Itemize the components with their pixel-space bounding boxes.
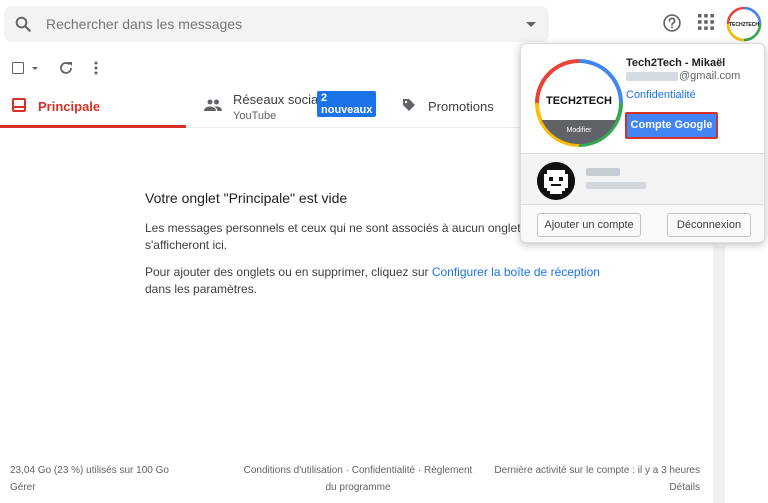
- other-account-row[interactable]: [521, 153, 764, 205]
- select-all-checkbox[interactable]: [12, 62, 24, 74]
- select-menu-caret-icon[interactable]: [32, 67, 38, 70]
- svg-text:TECH2TECH: TECH2TECH: [729, 22, 759, 28]
- terms-links-cont[interactable]: du programme: [240, 479, 476, 496]
- manage-storage-link[interactable]: Gérer: [10, 479, 169, 496]
- top-bar: Rechercher dans les messages TECH2TECH: [0, 0, 768, 48]
- logout-button[interactable]: Déconnexion: [667, 213, 751, 237]
- activity-info: Dernière activité sur le compte : il y a…: [490, 462, 700, 496]
- search-input[interactable]: Rechercher dans les messages: [46, 16, 242, 32]
- empty-instructions: Pour ajouter des onglets ou en supprimer…: [145, 264, 665, 298]
- search-options-icon[interactable]: [526, 22, 536, 27]
- apps-grid-icon[interactable]: [697, 13, 715, 31]
- search-bar[interactable]: Rechercher dans les messages: [4, 6, 549, 42]
- account-email: @gmail.com: [626, 70, 740, 82]
- search-icon[interactable]: [14, 15, 32, 33]
- account-current: TECH2TECH Modifier Tech2Tech - Mikaël @g…: [521, 44, 764, 153]
- empty-line: Les messages personnels et ceux qui ne s…: [145, 221, 564, 235]
- configure-inbox-link[interactable]: Configurer la boîte de réception: [432, 265, 600, 279]
- tab-label: Promotions: [428, 99, 494, 114]
- help-icon[interactable]: [662, 13, 682, 33]
- account-actions: Ajouter un compte Déconnexion: [521, 205, 764, 242]
- tab-social[interactable]: Réseaux socia... 2 nouveaux YouTube: [186, 84, 377, 128]
- add-account-button[interactable]: Ajouter un compte: [537, 213, 641, 237]
- other-account-avatar: [537, 162, 575, 200]
- redacted-email: [626, 71, 678, 81]
- avatar-logo-text: TECH2TECH: [546, 95, 612, 107]
- people-icon: [204, 99, 222, 111]
- tab-promotions[interactable]: Promotions: [376, 84, 520, 128]
- privacy-link[interactable]: Confidentialité: [626, 89, 696, 101]
- message-toolbar: [0, 54, 520, 82]
- category-tabs: Principale Réseaux socia... 2 nouveaux Y…: [0, 84, 520, 128]
- policy-links: Conditions d'utilisation · Confidentiali…: [240, 462, 476, 496]
- account-avatar[interactable]: TECH2TECH Modifier: [534, 58, 624, 148]
- tab-sublabel: YouTube: [233, 110, 277, 122]
- account-popover: TECH2TECH Modifier Tech2Tech - Mikaël @g…: [520, 43, 765, 243]
- avatar-modify-label[interactable]: Modifier: [567, 127, 593, 134]
- activity-details-link[interactable]: Détails: [490, 479, 700, 496]
- empty-line: s'afficheront ici.: [145, 238, 228, 252]
- redacted-email: [586, 182, 646, 189]
- terms-links[interactable]: Conditions d'utilisation · Confidentiali…: [240, 462, 476, 479]
- inbox-icon: [12, 98, 26, 112]
- storage-info: 23,04 Go (23 %) utilisés sur 100 Go Gére…: [10, 462, 169, 496]
- tab-label: Réseaux socia...: [233, 92, 330, 107]
- empty-line: Pour ajouter des onglets ou en supprimer…: [145, 265, 432, 279]
- redacted-name: [586, 168, 620, 176]
- new-count-badge: 2 nouveaux: [317, 91, 377, 117]
- tab-label: Principale: [38, 99, 101, 114]
- avatar[interactable]: TECH2TECH: [726, 6, 762, 42]
- email-domain: @gmail.com: [679, 70, 741, 82]
- tag-icon: [403, 99, 415, 111]
- more-options-icon[interactable]: [94, 60, 98, 76]
- tab-principale[interactable]: Principale: [0, 84, 186, 128]
- empty-line: dans les paramètres.: [145, 282, 258, 296]
- account-name: Tech2Tech - Mikaël: [626, 57, 726, 69]
- google-account-button[interactable]: Compte Google: [625, 112, 718, 139]
- refresh-icon[interactable]: [58, 60, 74, 76]
- storage-usage: 23,04 Go (23 %) utilisés sur 100 Go: [10, 465, 169, 476]
- scrollbar[interactable]: [713, 246, 725, 503]
- last-activity: Dernière activité sur le compte : il y a…: [494, 465, 700, 476]
